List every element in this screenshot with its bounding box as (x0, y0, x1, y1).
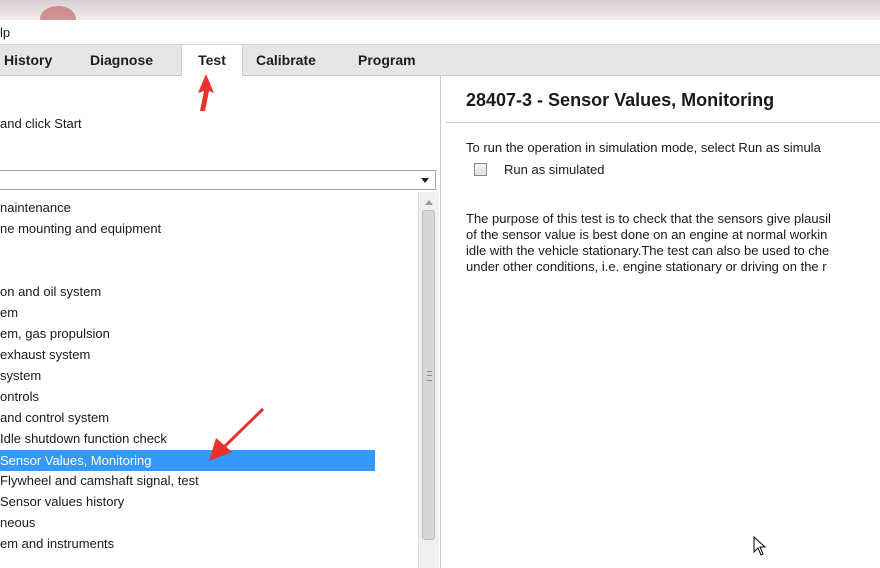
run-as-simulated-checkbox[interactable] (474, 163, 487, 176)
tab-calibrate[interactable]: Calibrate (246, 45, 326, 75)
tree-item[interactable]: exhaust system (0, 344, 90, 365)
scrollbar-thumb[interactable] (422, 210, 435, 540)
tree-item[interactable]: Idle shutdown function check (0, 428, 167, 449)
category-dropdown[interactable] (0, 170, 436, 190)
tab-bar: History Diagnose Test Calibrate Program (0, 45, 880, 76)
chevron-up-icon[interactable] (425, 200, 433, 205)
operation-tree: naintenance ne mounting and equipment on… (0, 192, 418, 568)
description-line: of the sensor value is best done on an e… (466, 227, 828, 242)
tree-item[interactable]: em, gas propulsion (0, 323, 110, 344)
menu-item-help[interactable]: lp (0, 25, 10, 40)
tree-item[interactable]: neous (0, 512, 35, 533)
tab-test[interactable]: Test (181, 45, 243, 76)
tree-item[interactable]: and control system (0, 407, 109, 428)
tree-item[interactable]: naintenance (0, 197, 71, 218)
tree-item[interactable]: Sensor values history (0, 491, 124, 512)
operation-list-panel: and click Start naintenance ne mounting … (0, 76, 441, 568)
run-as-simulated-label[interactable]: Run as simulated (504, 162, 604, 177)
menu-bar: lp (0, 20, 880, 45)
tab-history[interactable]: History (0, 45, 62, 75)
tree-item-selected[interactable]: Sensor Values, Monitoring (0, 450, 375, 471)
title-divider (446, 122, 880, 123)
tree-item[interactable]: em (0, 302, 18, 323)
description-line: The purpose of this test is to check tha… (466, 211, 831, 226)
simulation-instruction: To run the operation in simulation mode,… (466, 140, 821, 155)
grip-icon (427, 371, 432, 381)
description-line: idle with the vehicle stationary.The tes… (466, 243, 830, 258)
window-title-bar (0, 0, 880, 20)
tree-item[interactable]: system (0, 365, 41, 386)
chevron-down-icon[interactable] (421, 178, 429, 183)
tab-program[interactable]: Program (348, 45, 426, 75)
description-line: under other conditions, i.e. engine stat… (466, 259, 827, 274)
tree-item[interactable]: Flywheel and camshaft signal, test (0, 470, 199, 491)
tree-item[interactable]: ontrols (0, 386, 39, 407)
tree-item[interactable]: on and oil system (0, 281, 101, 302)
tree-item[interactable]: em and instruments (0, 533, 114, 554)
tab-diagnose[interactable]: Diagnose (80, 45, 163, 75)
tree-scrollbar[interactable] (418, 192, 439, 568)
page-title: 28407-3 - Sensor Values, Monitoring (466, 90, 775, 110)
tree-item[interactable]: ne mounting and equipment (0, 218, 161, 239)
instruction-text: and click Start (0, 116, 82, 131)
mouse-cursor-icon (753, 536, 767, 556)
app-logo-icon (40, 6, 76, 20)
operation-detail-panel: 28407-3 - Sensor Values, Monitoring To r… (446, 76, 880, 568)
